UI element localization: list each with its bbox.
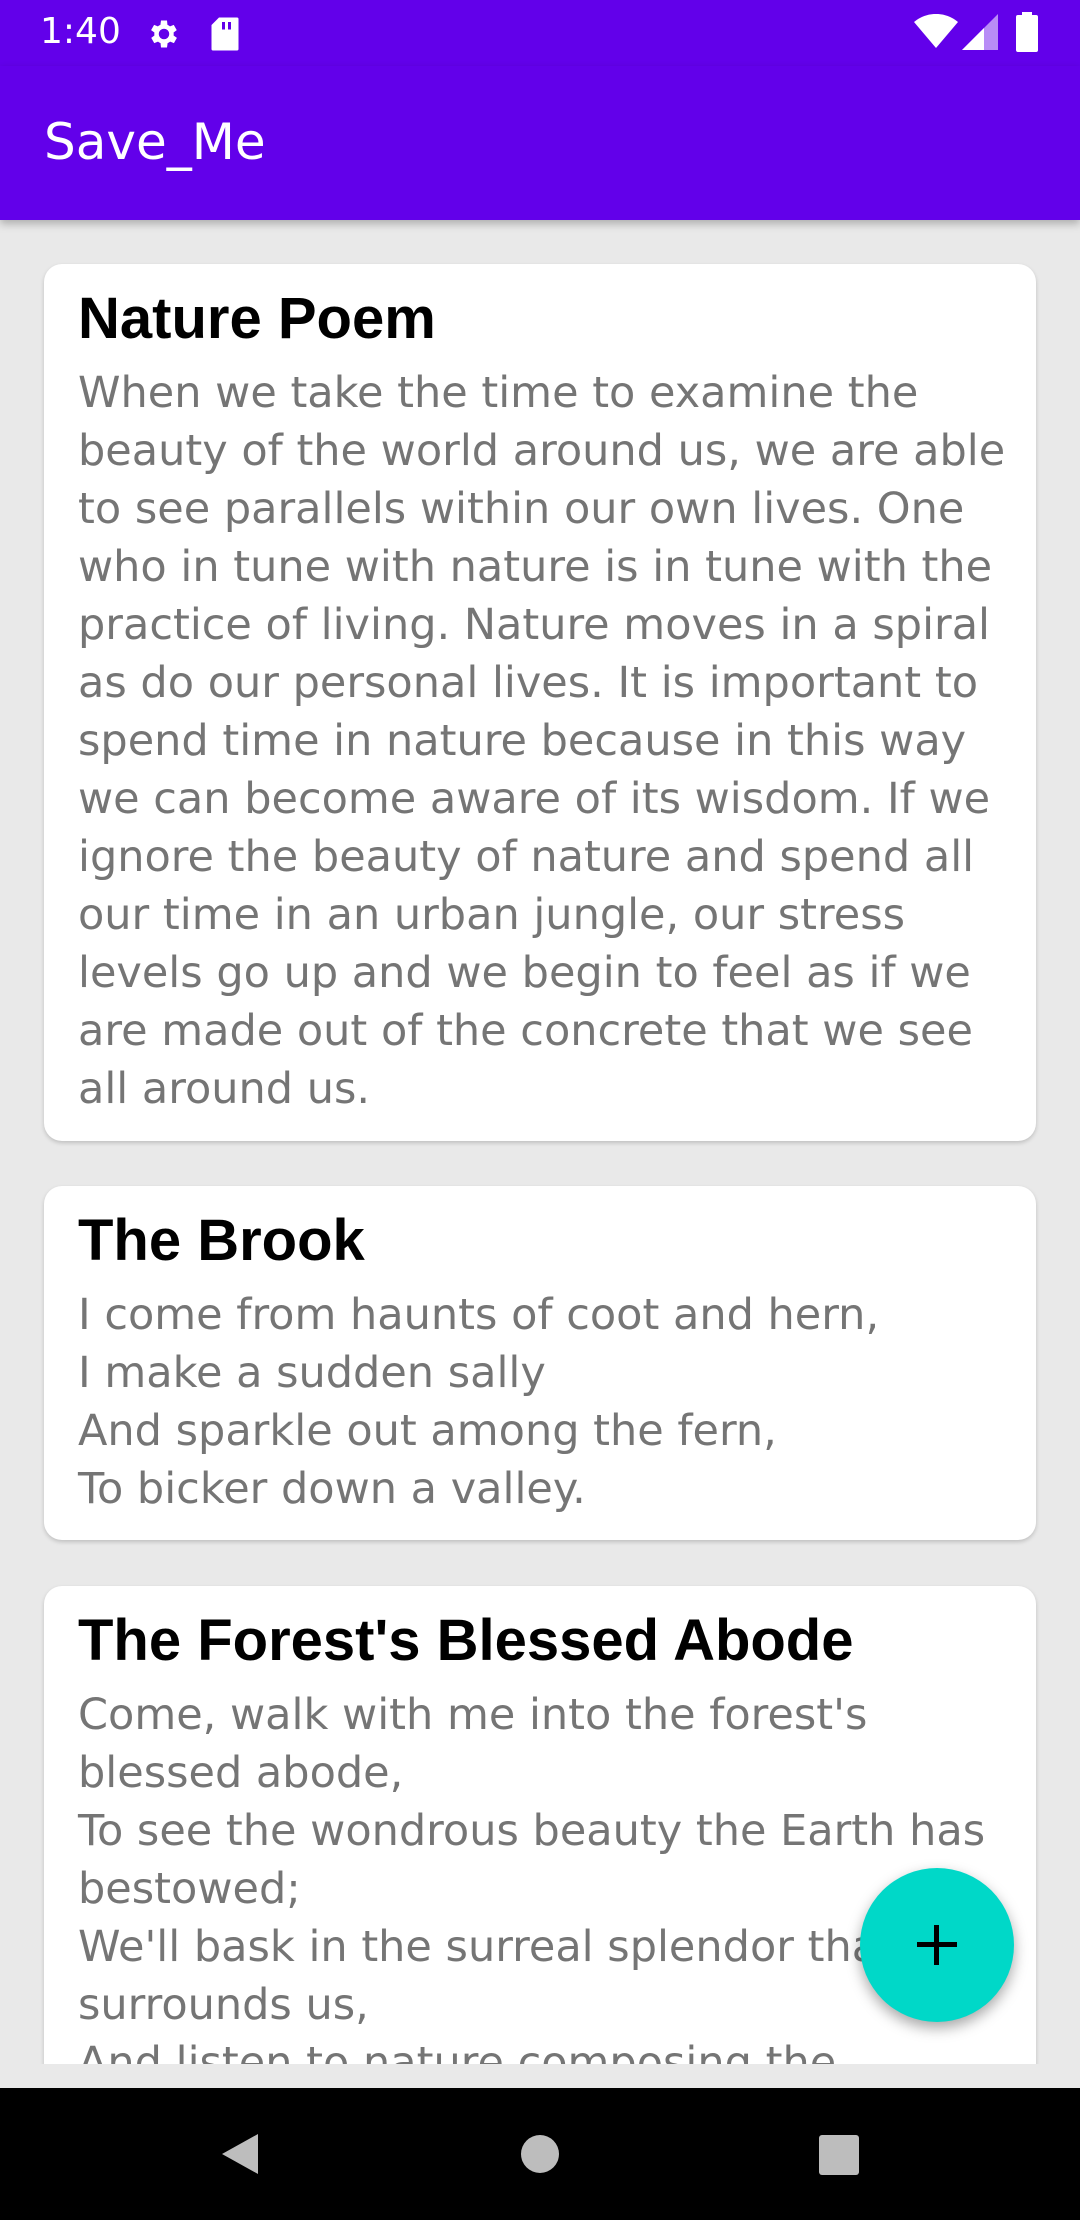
plus-icon [913, 1921, 961, 1969]
note-body: Come, walk with me into the forest's ble… [78, 1690, 986, 2064]
recents-button[interactable] [778, 2088, 898, 2220]
home-button[interactable] [480, 2088, 600, 2220]
note-body: When we take the time to examine the bea… [78, 368, 1019, 1114]
wifi-icon [914, 13, 958, 54]
battery-icon [1016, 12, 1038, 56]
notes-list[interactable]: Nature Poem When we take the time to exa… [0, 220, 1080, 2064]
status-bar: 1:40 [0, 0, 1080, 66]
note-card-nature-poem[interactable]: Nature Poem When we take the time to exa… [44, 264, 1036, 1141]
note-card-the-brook[interactable]: The Brook I come from haunts of coot and… [44, 1186, 1036, 1540]
home-icon [520, 2134, 560, 2178]
back-button[interactable] [180, 2088, 300, 2220]
gear-icon [146, 16, 182, 56]
sd-card-icon [210, 16, 240, 56]
note-title: The Forest's Blessed Abode [78, 1608, 854, 1673]
status-time: 1:40 [40, 11, 121, 52]
recents-icon [818, 2134, 860, 2180]
add-note-button[interactable] [860, 1868, 1014, 2022]
navigation-bar [0, 2088, 1080, 2220]
app-bar: Save_Me [0, 66, 1080, 220]
note-body: I come from haunts of coot and hern, I m… [78, 1290, 880, 1514]
note-title: Nature Poem [78, 286, 436, 351]
signal-icon [962, 14, 998, 54]
back-icon [218, 2130, 262, 2182]
app-title: Save_Me [44, 113, 266, 171]
note-title: The Brook [78, 1208, 365, 1273]
